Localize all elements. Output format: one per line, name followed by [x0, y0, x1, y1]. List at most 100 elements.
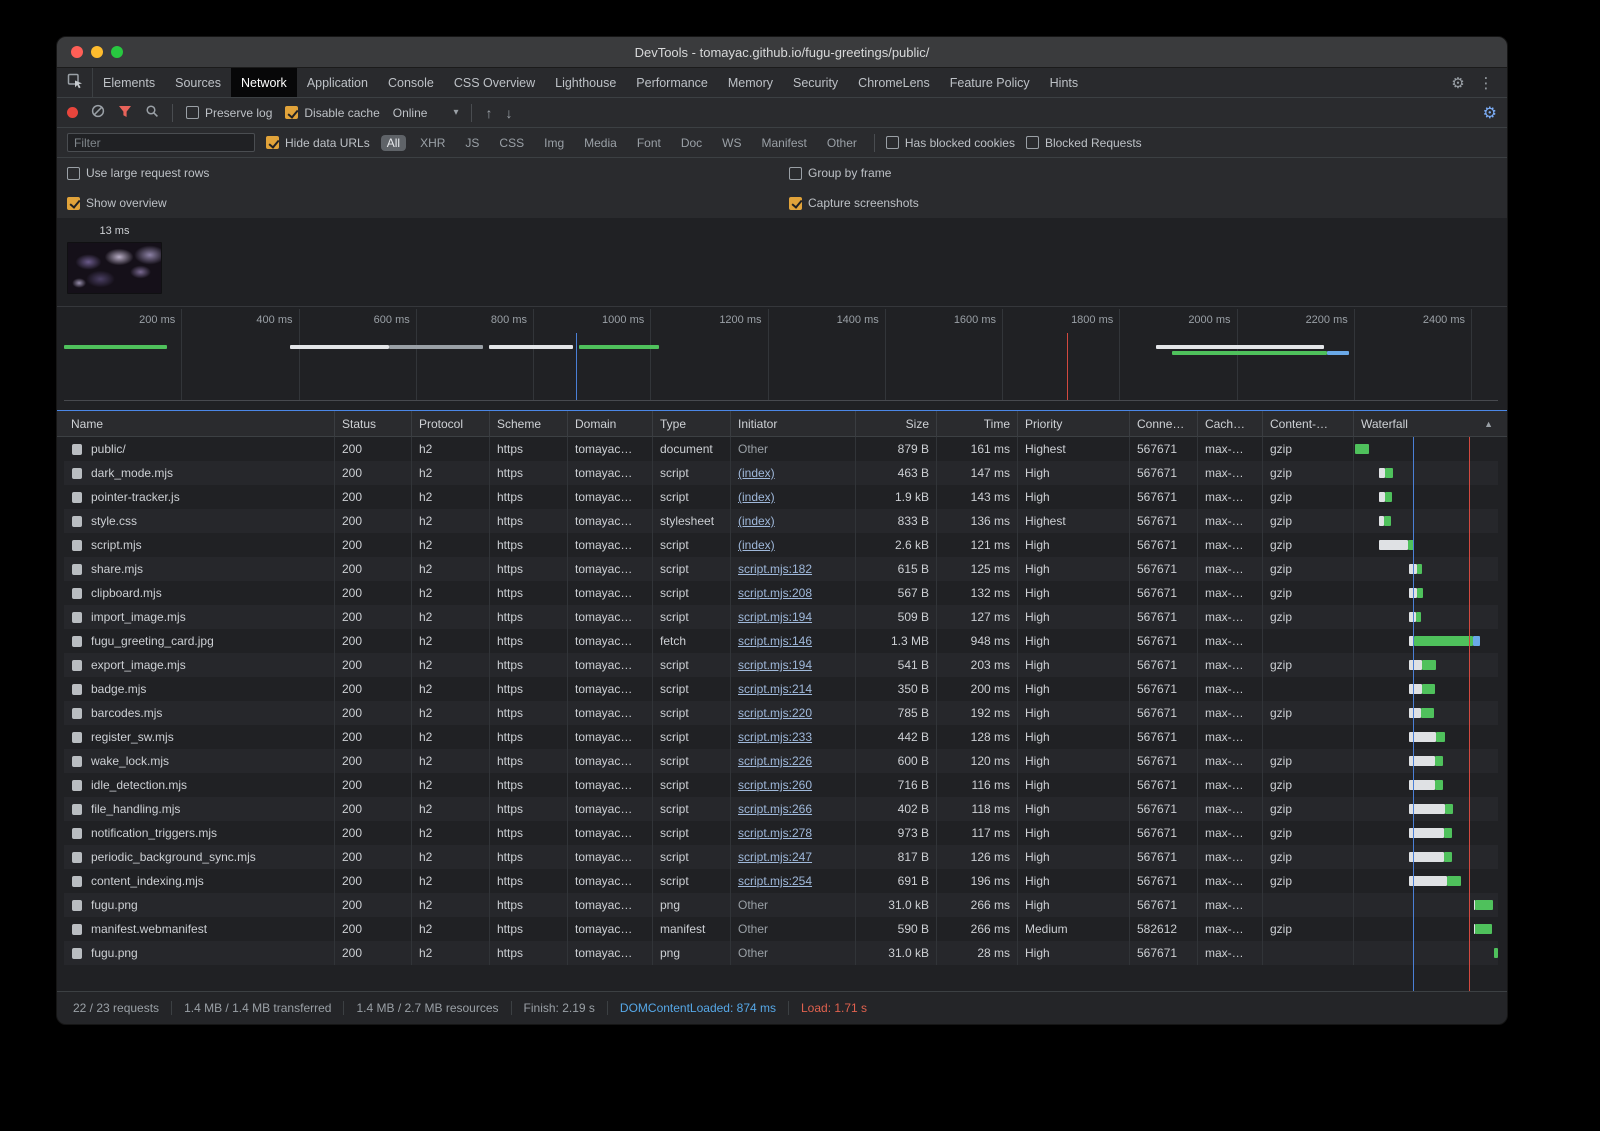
group-by-frame-checkbox[interactable]: [789, 167, 802, 180]
use-large-request-rows-checkbox[interactable]: [67, 167, 80, 180]
filter-chip-css[interactable]: CSS: [493, 135, 530, 151]
request-row-manifest-webmanifest[interactable]: manifest.webmanifest200h2httpstomayac…ma…: [64, 917, 1498, 941]
tab-feature-policy[interactable]: Feature Policy: [940, 68, 1040, 97]
initiator-link[interactable]: (index): [738, 466, 775, 480]
close-button[interactable]: [71, 46, 83, 58]
request-row-register-sw-mjs[interactable]: register_sw.mjs200h2httpstomayac…scripts…: [64, 725, 1498, 749]
show-overview-checkbox[interactable]: [67, 197, 80, 210]
import-har-button[interactable]: ↑: [485, 105, 492, 121]
tab-css-overview[interactable]: CSS Overview: [444, 68, 545, 97]
filter-chip-other[interactable]: Other: [821, 135, 863, 151]
column-header-cach[interactable]: Cach…: [1198, 411, 1263, 437]
initiator-link[interactable]: (index): [738, 490, 775, 504]
initiator-link[interactable]: script.mjs:214: [738, 682, 812, 696]
column-header-size[interactable]: Size: [856, 411, 937, 437]
column-header-status[interactable]: Status: [335, 411, 412, 437]
capture-screenshots-checkbox[interactable]: [789, 197, 802, 210]
request-row-idle-detection-mjs[interactable]: idle_detection.mjs200h2httpstomayac…scri…: [64, 773, 1498, 797]
request-row-barcodes-mjs[interactable]: barcodes.mjs200h2httpstomayac…scriptscri…: [64, 701, 1498, 725]
tab-performance[interactable]: Performance: [626, 68, 718, 97]
record-button[interactable]: [67, 107, 78, 118]
request-row-public[interactable]: public/200h2httpstomayac…documentOther87…: [64, 437, 1498, 461]
filter-funnel-button[interactable]: [118, 105, 132, 121]
filter-chip-xhr[interactable]: XHR: [414, 135, 451, 151]
network-settings-button[interactable]: ⚙: [1483, 103, 1497, 123]
request-row-dark-mode-mjs[interactable]: dark_mode.mjs200h2httpstomayac…script(in…: [64, 461, 1498, 485]
blocked-requests-checkbox[interactable]: [1026, 136, 1039, 149]
filter-input[interactable]: [67, 133, 255, 152]
tab-chromelens[interactable]: ChromeLens: [848, 68, 940, 97]
export-har-button[interactable]: ↓: [505, 105, 512, 121]
column-header-initiator[interactable]: Initiator: [731, 411, 856, 437]
column-header-scheme[interactable]: Scheme: [490, 411, 568, 437]
request-row-content-indexing-mjs[interactable]: content_indexing.mjs200h2httpstomayac…sc…: [64, 869, 1498, 893]
initiator-link[interactable]: script.mjs:233: [738, 730, 812, 744]
initiator-link[interactable]: script.mjs:226: [738, 754, 812, 768]
initiator-link[interactable]: script.mjs:278: [738, 826, 812, 840]
column-header-type[interactable]: Type: [653, 411, 731, 437]
column-header-protocol[interactable]: Protocol: [412, 411, 490, 437]
initiator-link[interactable]: (index): [738, 514, 775, 528]
tab-console[interactable]: Console: [378, 68, 444, 97]
column-header-priority[interactable]: Priority: [1018, 411, 1130, 437]
initiator-link[interactable]: script.mjs:254: [738, 874, 812, 888]
request-row-style-css[interactable]: style.css200h2httpstomayac…stylesheet(in…: [64, 509, 1498, 533]
network-overview[interactable]: 200 ms400 ms600 ms800 ms1000 ms1200 ms14…: [57, 306, 1507, 410]
preserve-log-checkbox[interactable]: [186, 106, 199, 119]
request-row-export-image-mjs[interactable]: export_image.mjs200h2httpstomayac…script…: [64, 653, 1498, 677]
column-header-content[interactable]: Content-…: [1263, 411, 1354, 437]
filter-chip-doc[interactable]: Doc: [675, 135, 708, 151]
request-row-share-mjs[interactable]: share.mjs200h2httpstomayac…scriptscript.…: [64, 557, 1498, 581]
initiator-link[interactable]: script.mjs:208: [738, 586, 812, 600]
column-header-domain[interactable]: Domain: [568, 411, 653, 437]
filter-chip-all[interactable]: All: [381, 135, 406, 151]
initiator-link[interactable]: script.mjs:266: [738, 802, 812, 816]
titlebar[interactable]: DevTools - tomayac.github.io/fugu-greeti…: [57, 37, 1507, 68]
request-row-fugu-greeting-card-jpg[interactable]: fugu_greeting_card.jpg200h2httpstomayac……: [64, 629, 1498, 653]
request-row-fugu-png[interactable]: fugu.png200h2httpstomayac…pngOther31.0 k…: [64, 893, 1498, 917]
filter-chip-font[interactable]: Font: [631, 135, 667, 151]
more-options-button[interactable]: ⋮: [1473, 70, 1499, 96]
screenshot-thumbnail[interactable]: [67, 242, 162, 294]
clear-button[interactable]: [91, 104, 105, 121]
initiator-link[interactable]: script.mjs:194: [738, 658, 812, 672]
column-header-waterfall[interactable]: Waterfall▲: [1354, 411, 1498, 437]
zoom-button[interactable]: [111, 46, 123, 58]
devtools-settings-button[interactable]: ⚙: [1445, 70, 1471, 96]
filter-chip-img[interactable]: Img: [538, 135, 570, 151]
filmstrip-frame[interactable]: 13 ms: [67, 225, 162, 294]
throttling-select[interactable]: Online ▾: [393, 106, 459, 120]
request-row-fugu-png[interactable]: fugu.png200h2httpstomayac…pngOther31.0 k…: [64, 941, 1498, 965]
hide-data-urls-checkbox[interactable]: [266, 136, 279, 149]
column-header-time[interactable]: Time: [937, 411, 1018, 437]
request-row-badge-mjs[interactable]: badge.mjs200h2httpstomayac…scriptscript.…: [64, 677, 1498, 701]
tab-lighthouse[interactable]: Lighthouse: [545, 68, 626, 97]
tab-hints[interactable]: Hints: [1040, 68, 1088, 97]
request-row-script-mjs[interactable]: script.mjs200h2httpstomayac…script(index…: [64, 533, 1498, 557]
filter-chip-media[interactable]: Media: [578, 135, 623, 151]
request-row-import-image-mjs[interactable]: import_image.mjs200h2httpstomayac…script…: [64, 605, 1498, 629]
request-row-clipboard-mjs[interactable]: clipboard.mjs200h2httpstomayac…scriptscr…: [64, 581, 1498, 605]
initiator-link[interactable]: script.mjs:146: [738, 634, 812, 648]
request-row-wake-lock-mjs[interactable]: wake_lock.mjs200h2httpstomayac…scriptscr…: [64, 749, 1498, 773]
tab-application[interactable]: Application: [297, 68, 378, 97]
request-row-file-handling-mjs[interactable]: file_handling.mjs200h2httpstomayac…scrip…: [64, 797, 1498, 821]
tab-elements[interactable]: Elements: [93, 68, 165, 97]
filter-chip-manifest[interactable]: Manifest: [756, 135, 813, 151]
tab-sources[interactable]: Sources: [165, 68, 231, 97]
initiator-link[interactable]: script.mjs:182: [738, 562, 812, 576]
tab-security[interactable]: Security: [783, 68, 848, 97]
request-row-periodic-background-sync-mjs[interactable]: periodic_background_sync.mjs200h2httpsto…: [64, 845, 1498, 869]
minimize-button[interactable]: [91, 46, 103, 58]
initiator-link[interactable]: (index): [738, 538, 775, 552]
filter-chip-js[interactable]: JS: [459, 135, 485, 151]
initiator-link[interactable]: script.mjs:220: [738, 706, 812, 720]
request-row-notification-triggers-mjs[interactable]: notification_triggers.mjs200h2httpstomay…: [64, 821, 1498, 845]
column-header-conne[interactable]: Conne…: [1130, 411, 1198, 437]
disable-cache-checkbox[interactable]: [285, 106, 298, 119]
initiator-link[interactable]: script.mjs:260: [738, 778, 812, 792]
tab-network[interactable]: Network: [231, 68, 297, 97]
initiator-link[interactable]: script.mjs:194: [738, 610, 812, 624]
inspect-element-button[interactable]: [57, 68, 93, 97]
has-blocked-cookies-checkbox[interactable]: [886, 136, 899, 149]
